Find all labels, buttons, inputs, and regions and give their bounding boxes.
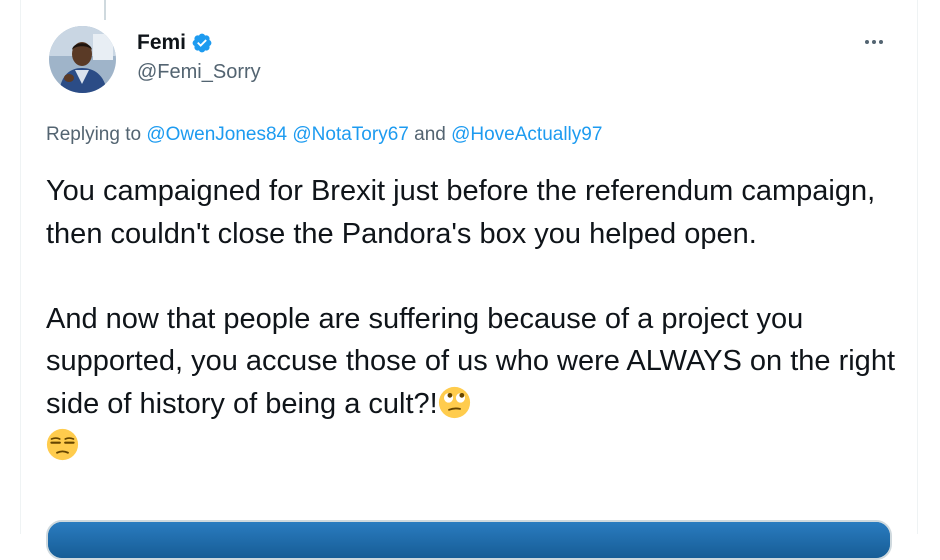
avatar-photo-icon xyxy=(49,26,116,93)
author-handle[interactable]: @Femi_Sorry xyxy=(137,61,261,84)
mention-link[interactable]: @OwenJones84 xyxy=(146,124,287,145)
verified-badge-icon xyxy=(191,32,213,54)
replying-to-conjunction: and xyxy=(414,124,446,145)
thread-connector-line xyxy=(104,0,106,20)
media-preview[interactable] xyxy=(46,520,892,560)
author-name-row: Femi xyxy=(137,30,213,56)
media-image xyxy=(48,522,890,558)
avatar[interactable] xyxy=(49,26,116,93)
replying-to-label: Replying to xyxy=(46,124,142,145)
more-horizontal-icon xyxy=(865,40,883,44)
replying-to-line: Replying to @OwenJones84 @NotaTory67 and… xyxy=(46,124,602,146)
tweet-text: You campaigned for Brexit just before th… xyxy=(46,170,906,468)
face-with-rolling-eyes-emoji-icon xyxy=(438,386,471,419)
more-options-button[interactable] xyxy=(858,30,890,54)
tweet-paragraph: And now that people are suffering becaus… xyxy=(46,298,906,468)
mention-link[interactable]: @NotaTory67 xyxy=(292,124,408,145)
mention-link[interactable]: @HoveActually97 xyxy=(451,124,602,145)
unamused-face-emoji-icon xyxy=(46,428,79,461)
tweet-paragraph: You campaigned for Brexit just before th… xyxy=(46,175,876,250)
display-name[interactable]: Femi xyxy=(137,31,186,55)
